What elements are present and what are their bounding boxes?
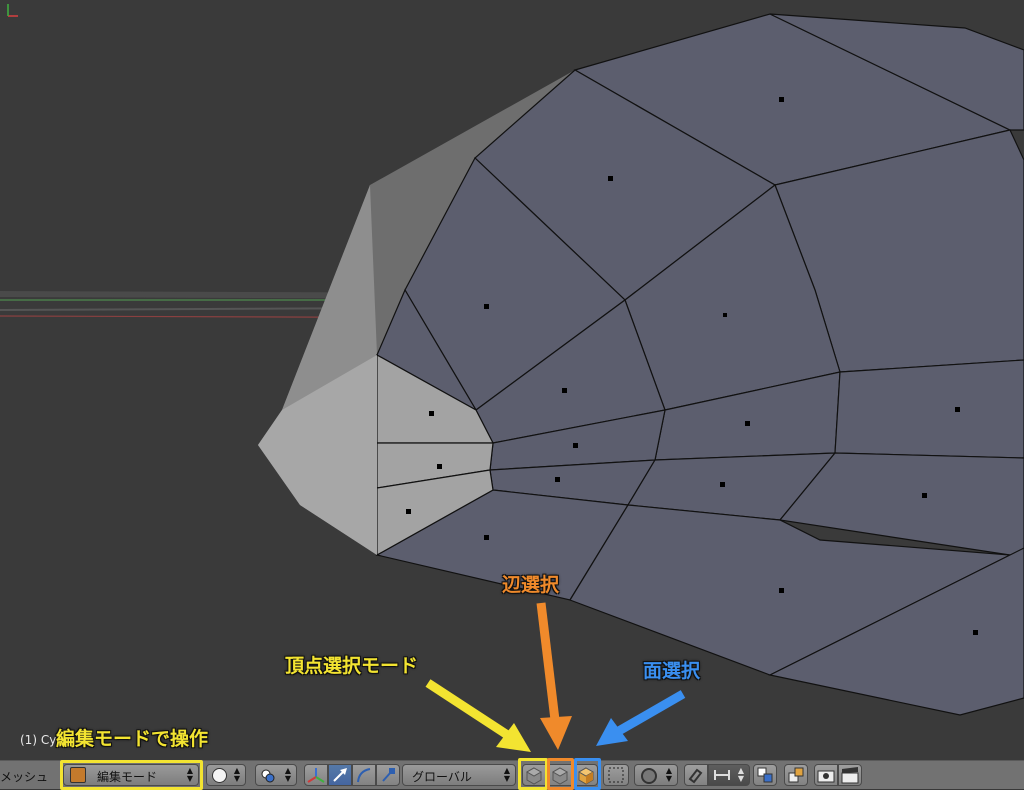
orientation-select[interactable]: グローバル ▲ ▼: [402, 764, 516, 786]
viewport-header: メッシュ 編集モード ▲ ▼ ▲ ▼ ▲ ▼ グローバル ▲ ▼ ▲ ▼ ▲ ▼: [0, 758, 1024, 790]
scale-icon: [382, 768, 395, 782]
vertex-select-highlight: [518, 758, 548, 790]
translate-arrow-icon: [333, 768, 347, 782]
viewport-shading-select[interactable]: ▲ ▼: [206, 764, 246, 786]
snap-target-button[interactable]: [753, 764, 777, 786]
snap-magnet-icon: [688, 768, 703, 784]
axis-gizmo: [7, 4, 18, 17]
object-info-text: (1) Cy: [20, 733, 57, 747]
mesh-render: [0, 13, 1024, 716]
render-animation-button[interactable]: [838, 764, 862, 786]
occlude-geometry-icon: [608, 767, 624, 783]
snap-element-icon: [714, 770, 730, 780]
mesh-faces: [375, 13, 1024, 716]
rotate-arc-icon: [357, 768, 371, 783]
face-select-highlight: [574, 758, 601, 790]
updown-arrows-icon: ▲ ▼: [503, 766, 511, 783]
manipulator-toggle[interactable]: [304, 764, 328, 786]
pivot-point-select[interactable]: ▲ ▼: [255, 764, 297, 786]
manipulator-axes-icon: [307, 768, 325, 783]
3d-viewport[interactable]: (1) Cy: [0, 0, 1024, 760]
updown-arrows-icon: ▲ ▼: [665, 766, 673, 783]
annotation-edge-select: 辺選択: [502, 574, 560, 596]
scale-manipulator-button[interactable]: [376, 764, 400, 786]
updown-arrows-icon: ▲ ▼: [284, 766, 292, 783]
proportional-edit-select[interactable]: ▲ ▼: [634, 764, 678, 786]
clapper-icon: [841, 767, 859, 784]
annotation-vertex-select: 頂点選択モード: [285, 655, 419, 677]
proportional-edit-icon: [641, 768, 657, 784]
render-icon: [817, 770, 835, 783]
render-button[interactable]: [814, 764, 838, 786]
rotate-manipulator-button[interactable]: [352, 764, 376, 786]
mesh-menu[interactable]: メッシュ: [0, 768, 48, 785]
snap-toggle[interactable]: [684, 764, 708, 786]
annotation-edit-mode: 編集モードで操作: [56, 728, 209, 750]
solid-sphere-icon: [212, 768, 227, 783]
layer-icon: [788, 767, 804, 783]
translate-manipulator-button[interactable]: [328, 764, 352, 786]
updown-arrows-icon: ▲ ▼: [737, 766, 745, 783]
updown-arrows-icon: ▲ ▼: [233, 766, 241, 783]
layer-button[interactable]: [784, 764, 808, 786]
edit-mode-highlight: [60, 760, 203, 790]
pivot-icon: [261, 768, 275, 783]
edge-select-highlight: [547, 758, 574, 790]
snap-element-select[interactable]: ▲ ▼: [708, 764, 750, 786]
snap-target-icon: [757, 767, 773, 783]
occlude-geometry-button[interactable]: [603, 764, 629, 786]
annotation-face-select: 面選択: [643, 660, 701, 682]
